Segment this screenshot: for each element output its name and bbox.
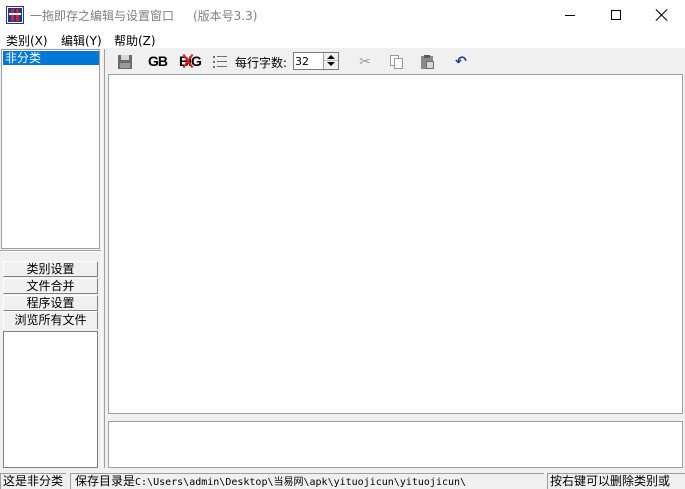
chars-per-line-label: 每行字数:: [235, 56, 288, 70]
scissors-icon[interactable]: ✂: [357, 54, 373, 70]
undo-icon[interactable]: ↶: [453, 54, 469, 70]
program-settings-button[interactable]: 程序设置: [3, 295, 98, 311]
save-icon[interactable]: [117, 54, 133, 70]
maximize-button[interactable]: [593, 0, 639, 30]
chars-per-line-stepper[interactable]: [293, 52, 339, 70]
copy-icon[interactable]: [389, 54, 405, 70]
chars-per-line-input[interactable]: [295, 54, 321, 68]
status-save-path: 保存目录是C:\Users\admin\Desktop\当易网\apk\yitu…: [70, 473, 544, 489]
chevron-down-icon: [327, 62, 335, 66]
category-list[interactable]: 非分类: [1, 49, 100, 249]
paste-icon[interactable]: [420, 54, 436, 70]
toolbar: GB BIG 每行字数: ✂ ↶: [108, 49, 685, 74]
status-category: 这是非分类: [0, 473, 66, 489]
gb-button[interactable]: GB: [148, 53, 168, 69]
minimize-icon: [565, 14, 575, 16]
maximize-icon: [611, 10, 621, 20]
secondary-editor[interactable]: [108, 421, 683, 468]
left-panel-divider[interactable]: [0, 250, 101, 252]
category-item-selected[interactable]: 非分类: [3, 51, 99, 65]
stepper-down-button[interactable]: [324, 61, 338, 69]
minimize-button[interactable]: [547, 0, 593, 30]
status-bar: 这是非分类 保存目录是C:\Users\admin\Desktop\当易网\ap…: [0, 471, 685, 489]
stepper-up-button[interactable]: [324, 53, 338, 61]
window-version: (版本号3.3): [193, 9, 258, 23]
close-button[interactable]: [639, 0, 685, 30]
list-icon[interactable]: [212, 54, 228, 70]
chevron-up-icon: [327, 55, 335, 59]
status-hint: 按右键可以删除类别或: [547, 473, 685, 489]
category-settings-button[interactable]: 类别设置: [3, 261, 98, 277]
close-icon: [656, 9, 668, 21]
content-editor[interactable]: [108, 74, 683, 414]
file-list[interactable]: [3, 331, 98, 468]
title-bar: 一拖即存之编辑与设置窗口 (版本号3.3): [0, 0, 685, 30]
file-merge-button[interactable]: 文件合并: [3, 278, 98, 294]
save-path-label: 保存目录是: [75, 474, 136, 488]
menu-bar: 类别(X) 编辑(Y) 帮助(Z): [0, 30, 685, 48]
big5-cross-icon: [181, 53, 195, 69]
vertical-splitter[interactable]: [101, 49, 105, 468]
menu-help[interactable]: 帮助(Z): [114, 32, 156, 49]
window-title: 一拖即存之编辑与设置窗口: [30, 9, 175, 23]
browse-all-files-tab[interactable]: 浏览所有文件: [3, 311, 98, 329]
stepper-buttons: [323, 53, 338, 69]
menu-edit[interactable]: 编辑(Y): [61, 32, 102, 49]
save-path-value: C:\Users\admin\Desktop\当易网\apk\yituojicu…: [135, 477, 467, 488]
menu-category[interactable]: 类别(X): [6, 32, 48, 49]
app-icon: [6, 6, 24, 24]
